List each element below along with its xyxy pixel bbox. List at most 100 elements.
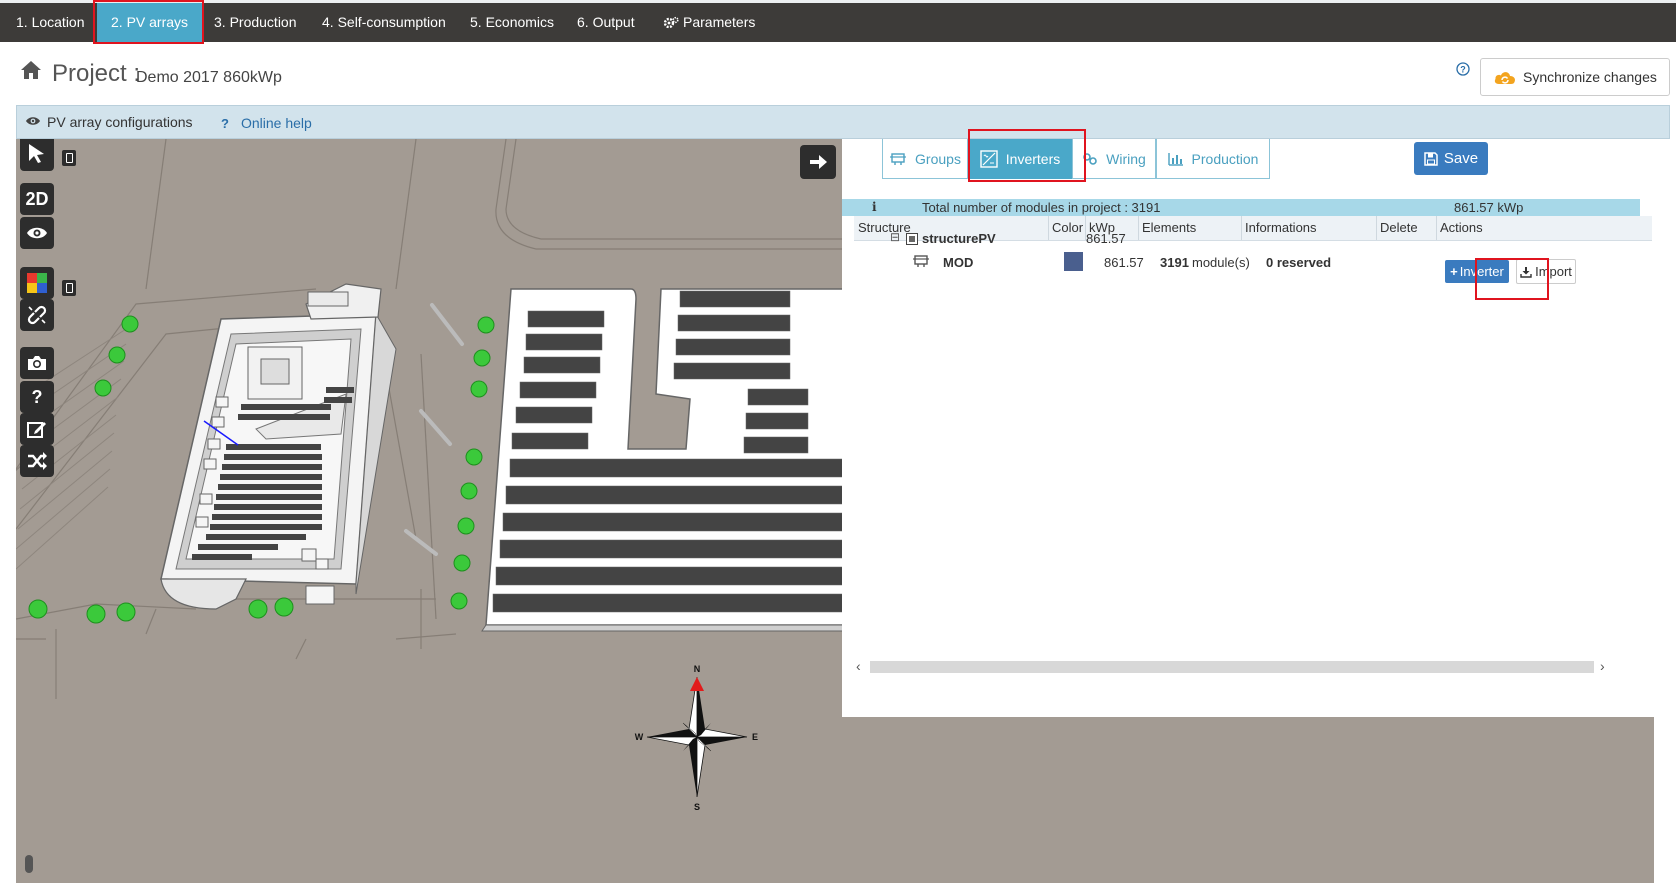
eye-icon: [26, 117, 40, 125]
synchronize-changes-button[interactable]: Synchronize changes: [1480, 58, 1670, 96]
compass-rose: N S E W: [635, 664, 758, 812]
panel-title: PV array configurations: [47, 114, 193, 130]
color-mode-button[interactable]: [20, 267, 54, 299]
edit-icon: [27, 422, 46, 438]
lamp-posts: [404, 303, 464, 556]
online-help-link[interactable]: Online help: [241, 115, 312, 131]
floppy-disk-icon: [1424, 151, 1438, 166]
col-color: Color: [1052, 220, 1084, 235]
import-button[interactable]: Import: [1516, 259, 1576, 284]
save-button[interactable]: Save: [1414, 142, 1488, 175]
svg-text:?: ?: [1460, 65, 1466, 75]
cloud-sync-icon: [1494, 72, 1515, 84]
nav-tab-pv-arrays[interactable]: 2. PV arrays: [97, 3, 203, 42]
tab-inverters[interactable]: Inverters: [968, 139, 1072, 179]
col-informations: Informations: [1245, 220, 1317, 235]
reserved-info: 0 reserved: [1266, 255, 1332, 270]
module-count: 3191: [1160, 255, 1189, 270]
view-2d-button[interactable]: 2D: [20, 183, 54, 215]
help-button[interactable]: ?: [20, 381, 54, 413]
scroll-left-icon[interactable]: ‹: [856, 658, 861, 674]
office-building: [160, 283, 397, 610]
eye-icon: [27, 227, 47, 239]
unlink-button[interactable]: [20, 299, 54, 331]
group-kwp: 861.57: [1104, 255, 1144, 270]
visibility-button[interactable]: [20, 217, 54, 249]
camera-icon: [28, 356, 46, 370]
shuffle-button[interactable]: [20, 445, 54, 477]
col-actions: Actions: [1440, 220, 1483, 235]
compass-south: S: [694, 802, 700, 812]
inverter-config-panel: Groups Inverters Wiring Production Save …: [842, 139, 1654, 717]
tab-production-label: Production: [1191, 150, 1259, 167]
groups-icon: [890, 152, 907, 165]
project-header: Project : Demo 2017 860kWp ? Synchronize…: [0, 42, 1676, 104]
synchronize-changes-label: Synchronize changes: [1523, 69, 1657, 85]
config-subtabs: Groups Inverters Wiring Production: [882, 139, 1302, 179]
import-label: Import: [1535, 264, 1572, 279]
col-delete: Delete: [1380, 220, 1418, 235]
tab-groups-label: Groups: [915, 150, 961, 167]
col-elements: Elements: [1142, 220, 1197, 235]
project-name: Demo 2017 860kWp: [136, 69, 282, 86]
link-icon: [1083, 152, 1097, 165]
project-label: Project :: [52, 60, 141, 87]
arrow-right-icon: [810, 155, 827, 169]
add-inverter-label: Inverter: [1459, 264, 1504, 279]
compass-north: N: [694, 664, 701, 674]
toggle-panel-button[interactable]: [800, 145, 836, 179]
plus-icon: +: [1450, 264, 1458, 279]
horizontal-scrollbar[interactable]: ‹ ›: [854, 658, 1610, 674]
collapse-toggle[interactable]: ⊟: [890, 230, 900, 244]
edit-button[interactable]: [20, 413, 54, 445]
select-tool-button[interactable]: [20, 139, 54, 171]
select-tool-option[interactable]: [62, 150, 76, 166]
nav-tab-location[interactable]: 1. Location: [0, 3, 101, 42]
home-icon[interactable]: [20, 60, 42, 80]
question-mark-icon: ?: [31, 386, 43, 407]
inverter-icon: [980, 149, 998, 168]
pv-config-panel-header: PV array configurations ? Online help: [16, 105, 1670, 139]
total-modules-bar: i Total number of modules in project : 3…: [842, 199, 1640, 216]
download-icon: [1520, 266, 1532, 278]
structure-icon: [906, 233, 918, 245]
tab-inverters-label: Inverters: [1005, 150, 1061, 167]
color-mode-option[interactable]: [62, 280, 76, 296]
nav-tab-parameters-label: Parameters: [683, 14, 756, 30]
shuffle-icon: [28, 452, 47, 470]
nav-tab-self-consumption[interactable]: 4. Self-consumption: [322, 3, 446, 42]
nav-tab-output[interactable]: 6. Output: [577, 3, 635, 42]
nav-tab-production[interactable]: 3. Production: [214, 3, 297, 42]
tab-groups[interactable]: Groups: [882, 139, 968, 179]
group-name: MOD: [943, 255, 974, 270]
gears-icon: [663, 16, 679, 28]
top-navigation: 1. Location 2. PV arrays 3. Production 4…: [0, 0, 1676, 42]
total-modules-text: Total number of modules in project : 319…: [922, 200, 1161, 215]
info-icon: i: [872, 200, 877, 214]
cursor-arrow-icon: [29, 144, 44, 163]
question-icon: ?: [221, 116, 229, 131]
scroll-track[interactable]: [870, 661, 1594, 673]
group-icon: [913, 255, 929, 267]
nav-tab-parameters[interactable]: Parameters: [663, 3, 755, 42]
color-grid-icon: [27, 273, 47, 293]
structure-kwp: 861.57: [1086, 231, 1126, 246]
nav-tab-economics[interactable]: 5. Economics: [470, 3, 554, 42]
module-unit: module(s): [1192, 255, 1250, 270]
color-swatch[interactable]: [1064, 252, 1083, 271]
add-inverter-button[interactable]: + Inverter: [1445, 260, 1509, 283]
bar-chart-icon: [1167, 152, 1183, 166]
unlink-icon: [27, 305, 47, 325]
col-structure: Structure: [858, 220, 911, 235]
save-label: Save: [1443, 150, 1479, 167]
compass-east: E: [752, 732, 758, 742]
viewport-scroll-handle[interactable]: [25, 855, 33, 873]
compass-west: W: [635, 732, 644, 742]
help-circle-icon[interactable]: ?: [1456, 62, 1470, 76]
screenshot-button[interactable]: [20, 347, 54, 379]
total-kwp: 861.57 kWp: [1454, 200, 1524, 215]
tab-wiring[interactable]: Wiring: [1072, 139, 1156, 179]
tab-production[interactable]: Production: [1156, 139, 1270, 179]
tab-wiring-label: Wiring: [1106, 150, 1146, 167]
scroll-right-icon[interactable]: ›: [1600, 658, 1605, 674]
